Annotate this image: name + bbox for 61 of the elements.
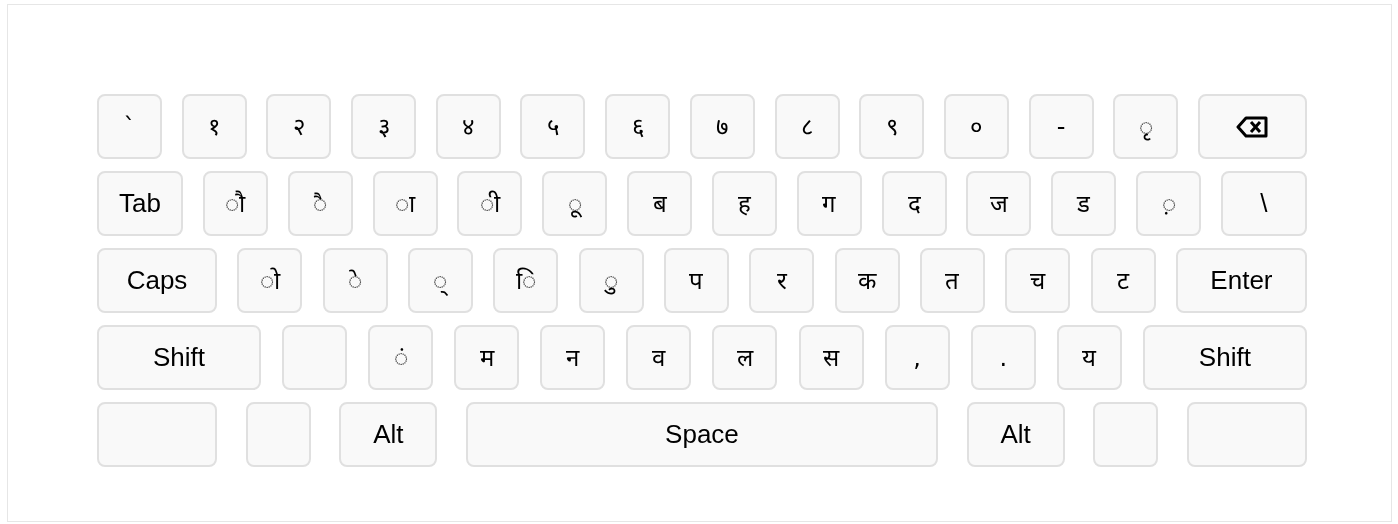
backspace-icon	[1236, 115, 1269, 138]
key[interactable]: ◌ौ	[202, 171, 268, 236]
key[interactable]: क	[834, 248, 900, 313]
key[interactable]: ३	[351, 94, 417, 159]
key[interactable]: २	[266, 94, 332, 159]
key[interactable]: Tab	[97, 171, 183, 236]
space-key[interactable]: Space	[465, 402, 938, 467]
key[interactable]: `	[97, 94, 162, 159]
key[interactable]: ट	[1090, 248, 1156, 313]
key[interactable]: त	[919, 248, 985, 313]
key[interactable]: ७	[689, 94, 755, 159]
key[interactable]: ५	[520, 94, 586, 159]
key[interactable]: ◌्	[408, 248, 473, 313]
key[interactable]: ◌ै	[287, 171, 353, 236]
key[interactable]: ४	[435, 94, 501, 159]
key[interactable]: ब	[627, 171, 693, 236]
key[interactable]: प	[663, 248, 729, 313]
key[interactable]: य	[1056, 325, 1122, 390]
blank-key[interactable]	[282, 325, 348, 390]
key[interactable]: ◌ु	[578, 248, 644, 313]
key[interactable]: ८	[774, 94, 840, 159]
key[interactable]: .	[970, 325, 1036, 390]
key[interactable]: न	[540, 325, 606, 390]
key[interactable]: १	[181, 94, 247, 159]
key[interactable]: ◌ो	[237, 248, 303, 313]
key[interactable]: ग	[796, 171, 862, 236]
key[interactable]: ◌ं	[368, 325, 434, 390]
key[interactable]: ◌ि	[493, 248, 559, 313]
blank-key[interactable]	[97, 402, 217, 467]
key[interactable]: ल	[712, 325, 778, 390]
key[interactable]: ◌ी	[457, 171, 523, 236]
shift-key[interactable]: Shift	[1142, 325, 1307, 390]
enter-key[interactable]: Enter	[1175, 248, 1307, 313]
key[interactable]: ◌ू	[542, 171, 608, 236]
backspace-key[interactable]	[1197, 94, 1307, 159]
key[interactable]: र	[749, 248, 815, 313]
key[interactable]: ◌े	[322, 248, 388, 313]
key[interactable]: ०	[943, 94, 1009, 159]
key[interactable]: -	[1028, 94, 1094, 159]
key[interactable]: ९	[859, 94, 925, 159]
key[interactable]: \	[1220, 171, 1307, 236]
key[interactable]: ज	[966, 171, 1032, 236]
key[interactable]: ,	[884, 325, 950, 390]
key[interactable]: ६	[605, 94, 671, 159]
key[interactable]: द	[881, 171, 947, 236]
key[interactable]: ◌ृ	[1113, 94, 1179, 159]
caps-key[interactable]: Caps	[97, 248, 217, 313]
blank-key[interactable]	[1093, 402, 1159, 467]
shift-key[interactable]: Shift	[97, 325, 261, 390]
key[interactable]: ◌ा	[372, 171, 438, 236]
alt-key[interactable]: Alt	[966, 402, 1065, 467]
key[interactable]: ह	[711, 171, 777, 236]
key[interactable]: च	[1005, 248, 1071, 313]
alt-key[interactable]: Alt	[339, 402, 438, 467]
blank-key[interactable]	[245, 402, 311, 467]
key[interactable]: ड	[1051, 171, 1117, 236]
blank-key[interactable]	[1186, 402, 1307, 467]
key[interactable]: स	[798, 325, 864, 390]
key[interactable]: व	[626, 325, 692, 390]
key[interactable]: म	[454, 325, 520, 390]
key[interactable]: ◌़	[1136, 171, 1202, 236]
